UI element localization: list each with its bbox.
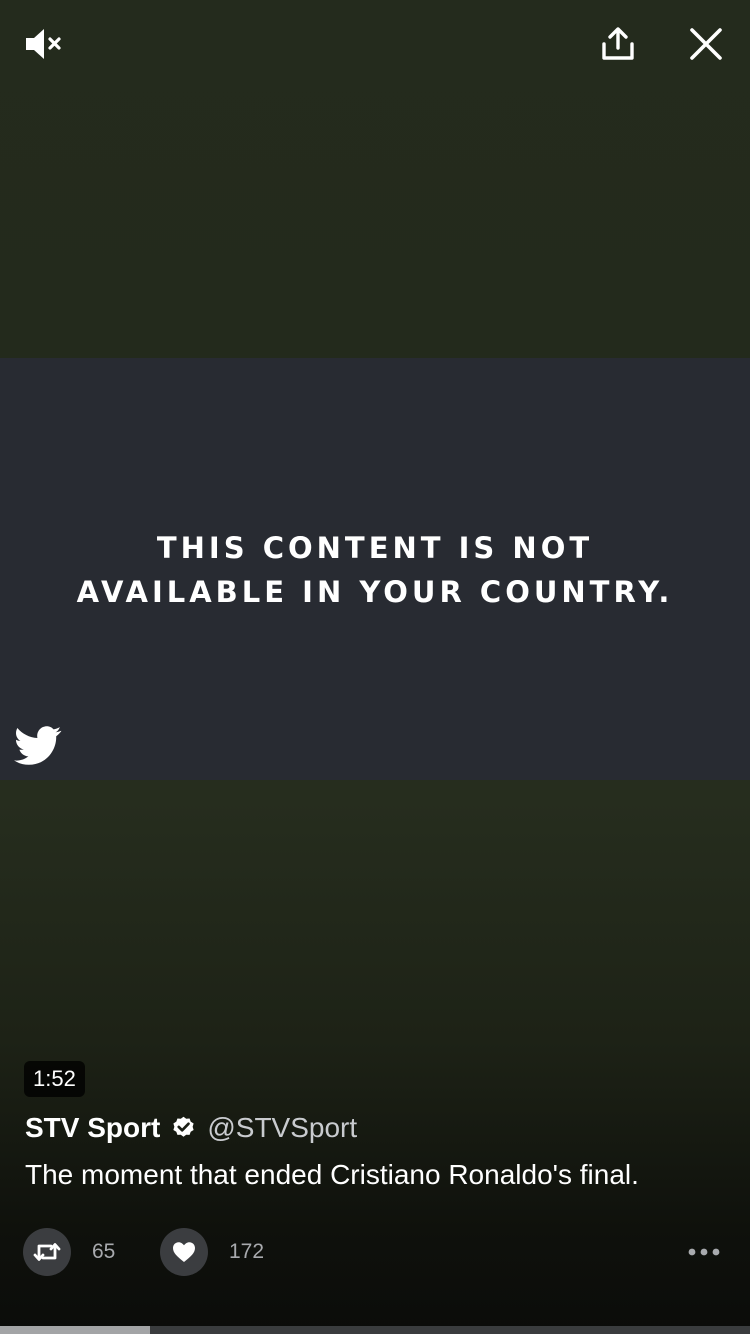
- close-icon: [690, 28, 722, 60]
- retweet-icon: [33, 1243, 61, 1261]
- message-line-2: AVAILABLE IN YOUR COUNTRY.: [76, 575, 674, 609]
- top-bar: [0, 0, 750, 90]
- duration-badge: 1:52: [24, 1061, 85, 1097]
- speaker-muted-icon: [26, 29, 61, 59]
- retweet-button[interactable]: [23, 1228, 71, 1276]
- twitter-bird-icon: [14, 726, 62, 765]
- verified-badge-icon: [173, 1116, 194, 1137]
- like-button[interactable]: [160, 1228, 208, 1276]
- mute-button[interactable]: [18, 22, 70, 66]
- video-progress-fill: [0, 1326, 150, 1334]
- tweet-text: The moment that ended Cristiano Ronaldo'…: [25, 1159, 639, 1190]
- author-handle[interactable]: @STVSport: [207, 1112, 357, 1144]
- heart-icon: [173, 1242, 195, 1262]
- content-unavailable-message: THIS CONTENT IS NOT AVAILABLE IN YOUR CO…: [0, 526, 750, 614]
- video-player-screen: THIS CONTENT IS NOT AVAILABLE IN YOUR CO…: [0, 0, 750, 1334]
- more-dots-icon: [688, 1248, 720, 1256]
- share-upload-icon: [602, 27, 634, 60]
- author-name[interactable]: STV Sport: [25, 1112, 160, 1144]
- video-frame[interactable]: THIS CONTENT IS NOT AVAILABLE IN YOUR CO…: [0, 358, 750, 780]
- share-button[interactable]: [594, 20, 642, 68]
- like-count: 172: [229, 1240, 265, 1263]
- message-line-1: THIS CONTENT IS NOT: [156, 531, 594, 565]
- tweet-author[interactable]: STV Sport @STVSport: [25, 1108, 357, 1148]
- close-button[interactable]: [682, 20, 730, 68]
- video-progress-bar[interactable]: [0, 1326, 750, 1334]
- more-options-button[interactable]: [684, 1234, 724, 1270]
- retweet-count: 65: [92, 1240, 116, 1263]
